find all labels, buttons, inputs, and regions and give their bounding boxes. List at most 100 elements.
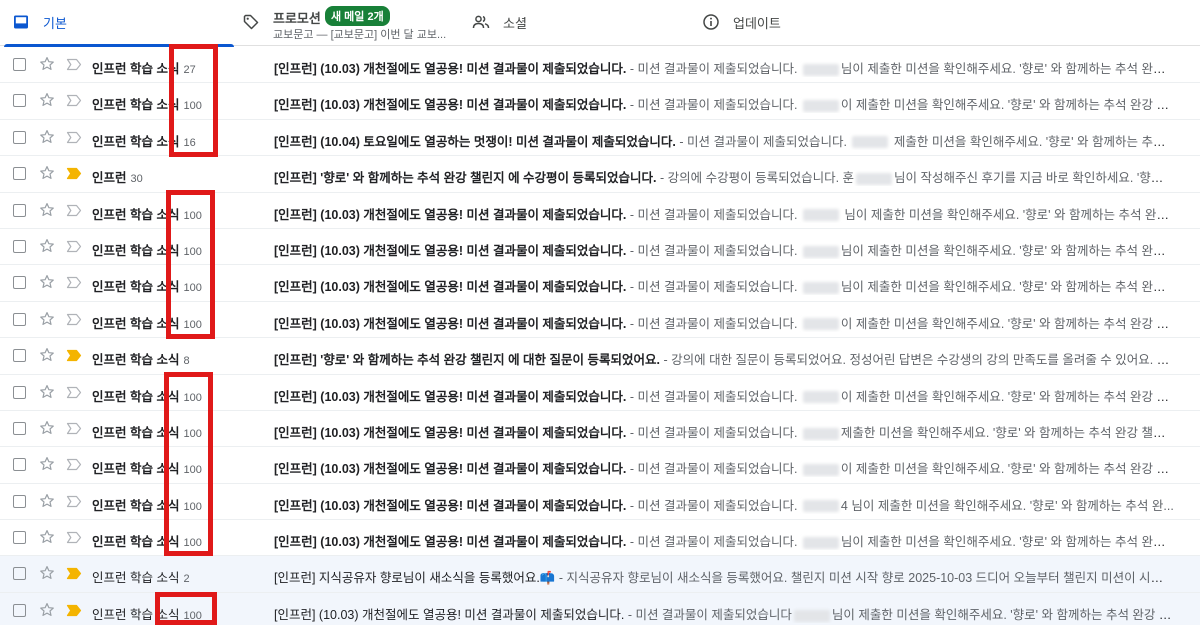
email-content[interactable]: [인프런] '향로' 와 함께하는 추석 완강 챌린지 에 수강평이 등록되었습…: [274, 167, 1174, 186]
email-content[interactable]: [인프런] (10.03) 개천절에도 열공용! 미션 결과물이 제출되었습니다…: [274, 458, 1174, 477]
important-marker-icon[interactable]: [66, 131, 82, 144]
email-content[interactable]: [인프런] (10.03) 개천절에도 열공용! 미션 결과물이 제출되었습니다…: [274, 495, 1174, 514]
redacted-name: [802, 282, 839, 295]
select-checkbox[interactable]: [13, 531, 26, 545]
select-checkbox[interactable]: [13, 203, 26, 217]
redacted-name: [802, 63, 839, 76]
select-checkbox[interactable]: [13, 312, 26, 326]
select-checkbox[interactable]: [13, 494, 26, 508]
redacted-name: [802, 100, 839, 113]
email-content[interactable]: [인프런] (10.03) 개천절에도 열공용! 미션 결과물이 제출되었습니다…: [274, 240, 1174, 259]
email-content[interactable]: [인프런] (10.03) 개천절에도 열공용! 미션 결과물이 제출되었습니다…: [274, 313, 1174, 332]
star-icon[interactable]: [39, 274, 55, 290]
star-icon[interactable]: [39, 129, 55, 145]
tab-updates[interactable]: 업데이트: [702, 0, 930, 46]
email-snippet: - 미션 결과물이 제출되었습니다.: [626, 243, 801, 258]
email-snippet: - 미션 결과물이 제출되었습니다: [624, 607, 792, 622]
email-content[interactable]: [인프런] (10.03) 개천절에도 열공용! 미션 결과물이 제출되었습니다…: [274, 58, 1174, 77]
email-snippet: - 미션 결과물이 제출되었습니다.: [626, 498, 801, 513]
email-snippet: - 미션 결과물이 제출되었습니다.: [626, 535, 801, 550]
email-content[interactable]: [인프런] (10.03) 개천절에도 열공용! 미션 결과물이 제출되었습니다…: [274, 276, 1174, 295]
email-content[interactable]: [인프런] 지식공유자 향로님이 새소식을 등록했어요.📫 - 지식공유자 향로…: [274, 567, 1174, 586]
star-icon[interactable]: [39, 384, 55, 400]
important-marker-icon[interactable]: [66, 276, 82, 289]
email-snippet: - 미션 결과물이 제출되었습니다.: [675, 134, 851, 149]
important-marker-icon[interactable]: [66, 386, 82, 399]
email-subject: [인프런] (10.03) 개천절에도 열공용! 미션 결과물이 제출되었습니다…: [274, 462, 627, 477]
email-subject: [인프런] (10.03) 개천절에도 열공용! 미션 결과물이 제출되었습니다…: [274, 498, 627, 513]
select-checkbox[interactable]: [13, 167, 26, 181]
select-checkbox[interactable]: [13, 130, 26, 144]
select-checkbox[interactable]: [13, 458, 26, 472]
select-checkbox[interactable]: [13, 421, 26, 435]
star-icon[interactable]: [39, 202, 55, 218]
important-marker-icon[interactable]: [66, 167, 82, 180]
email-subject: [인프런] '향로' 와 함께하는 추석 완강 챌린지 에 대한 질문이 등록되…: [274, 353, 660, 368]
important-marker-icon[interactable]: [66, 58, 82, 71]
important-marker-icon[interactable]: [66, 604, 82, 617]
select-checkbox[interactable]: [13, 567, 26, 581]
select-checkbox[interactable]: [13, 349, 26, 363]
star-icon[interactable]: [39, 565, 55, 581]
important-marker-icon[interactable]: [66, 495, 82, 508]
email-subject: [인프런] (10.03) 개천절에도 열공용! 미션 결과물이 제출되었습니다…: [274, 98, 627, 113]
important-marker-icon[interactable]: [66, 531, 82, 544]
email-subject: [인프런] (10.03) 개천절에도 열공용! 미션 결과물이 제출되었습니다…: [274, 62, 627, 76]
select-checkbox[interactable]: [13, 276, 26, 290]
email-row[interactable]: 인프런 학습 소식 8 [인프런] '향로' 와 함께하는 추석 완강 챌린지 에…: [0, 338, 1200, 375]
star-icon[interactable]: [39, 165, 55, 181]
email-row[interactable]: 인프런 30 [인프런] '향로' 와 함께하는 추석 완강 챌린지 에 수강평이…: [0, 156, 1200, 193]
info-icon: [703, 14, 719, 30]
important-marker-icon[interactable]: [66, 204, 82, 217]
sender-name: 인프런 학습 소식: [92, 353, 180, 368]
star-icon[interactable]: [39, 92, 55, 108]
important-marker-icon[interactable]: [66, 240, 82, 253]
email-snippet: - 미션 결과물이 제출되었습니다.: [626, 207, 801, 222]
star-icon[interactable]: [39, 420, 55, 436]
redacted-name: [802, 391, 839, 404]
important-marker-icon[interactable]: [66, 313, 82, 326]
tab-promotions[interactable]: 프로모션 새 메일 2개 교보문고 — [교보문고] 이번 달 교보...: [242, 0, 470, 46]
star-icon[interactable]: [39, 311, 55, 327]
redacted-name: [802, 536, 839, 549]
select-checkbox[interactable]: [13, 603, 26, 617]
star-icon[interactable]: [39, 238, 55, 254]
star-icon[interactable]: [39, 347, 55, 363]
star-icon[interactable]: [39, 529, 55, 545]
important-marker-icon[interactable]: [66, 422, 82, 435]
email-snippet: - 지식공유자 향로님이 새소식을 등록했어요. 챌린지 미션 시작 향로 20…: [555, 571, 1174, 586]
email-content[interactable]: [인프런] (10.03) 개천절에도 열공용! 미션 결과물이 제출되었습니다…: [274, 422, 1174, 441]
email-content[interactable]: [인프런] (10.04) 토요일에도 열공하는 멋쟁이! 미션 결과물이 제출…: [274, 131, 1174, 150]
redacted-name: [802, 500, 839, 513]
email-content[interactable]: [인프런] (10.03) 개천절에도 열공용! 미션 결과물이 제출되었습니다…: [274, 386, 1174, 405]
email-content[interactable]: [인프런] (10.03) 개천절에도 열공용! 미션 결과물이 제출되었습니다…: [274, 604, 1174, 623]
important-marker-icon[interactable]: [66, 349, 82, 362]
select-checkbox[interactable]: [13, 385, 26, 399]
important-marker-icon[interactable]: [66, 567, 82, 580]
email-snippet-rest: 이 제출한 미션을 확인해주세요. '향로' 와 함께하는 추석 완강 챌...: [840, 389, 1174, 404]
redacted-name: [793, 609, 830, 622]
star-icon[interactable]: [39, 493, 55, 509]
email-content[interactable]: [인프런] (10.03) 개천절에도 열공용! 미션 결과물이 제출되었습니다…: [274, 204, 1174, 223]
tab-primary[interactable]: 기본: [0, 0, 234, 47]
important-marker-icon[interactable]: [66, 94, 82, 107]
star-icon[interactable]: [39, 602, 55, 618]
redacted-name: [802, 464, 839, 476]
email-subject: [인프런] (10.03) 개천절에도 열공용! 미션 결과물이 제출되었습니다…: [274, 316, 627, 331]
email-content[interactable]: [인프런] (10.03) 개천절에도 열공용! 미션 결과물이 제출되었습니다…: [274, 94, 1174, 113]
sender: 인프런 30: [92, 167, 143, 186]
star-icon[interactable]: [39, 456, 55, 472]
email-snippet-rest: 님이 제출한 미션을 확인해주세요. '향로' 와 함께하는 추석 완강 챌..…: [840, 280, 1174, 295]
select-checkbox[interactable]: [13, 239, 26, 253]
tab-updates-label: 업데이트: [733, 16, 781, 31]
new-mail-badge: 새 메일 2개: [325, 6, 390, 26]
email-row[interactable]: 인프런 학습 소식 2 [인프런] 지식공유자 향로님이 새소식을 등록했어요.📫…: [0, 556, 1200, 593]
select-checkbox[interactable]: [13, 94, 26, 108]
star-icon[interactable]: [39, 56, 55, 72]
email-snippet: - 미션 결과물이 제출되었습니다.: [626, 280, 801, 295]
select-checkbox[interactable]: [13, 58, 26, 71]
important-marker-icon[interactable]: [66, 458, 82, 471]
email-content[interactable]: [인프런] '향로' 와 함께하는 추석 완강 챌린지 에 대한 질문이 등록되…: [274, 349, 1174, 368]
email-content[interactable]: [인프런] (10.03) 개천절에도 열공용! 미션 결과물이 제출되었습니다…: [274, 531, 1174, 550]
tab-social[interactable]: 소셜: [472, 0, 700, 46]
